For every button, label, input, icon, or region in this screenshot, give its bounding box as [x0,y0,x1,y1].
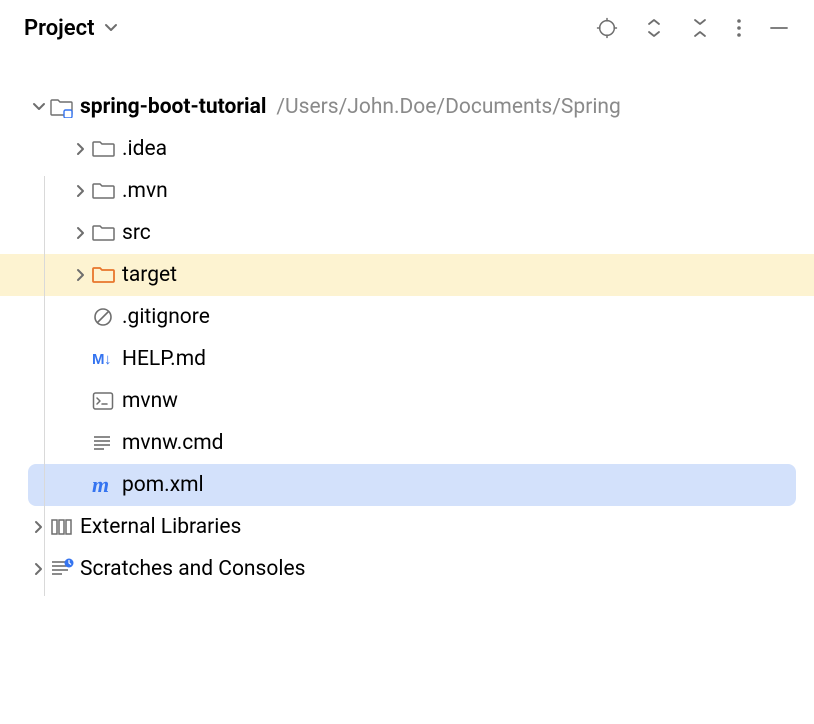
textlines-icon [92,433,122,453]
markdown-icon: M↓ [92,352,122,367]
tree-guide-line [44,176,45,596]
folder-orange-icon [92,265,122,285]
chevron-right-icon[interactable] [70,268,92,282]
tree-item-label: .gitignore [122,307,210,328]
chevron-right-icon[interactable] [70,226,92,240]
ignore-icon [92,306,122,328]
project-panel-header: Project [0,0,814,56]
tree-row[interactable]: Scratches and Consoles [0,548,814,590]
libs-icon [50,517,80,537]
tree-row[interactable]: .idea [0,128,814,170]
tree-item-label: HELP.md [122,349,206,370]
tree-row[interactable]: mvnw [0,380,814,422]
maven-icon: m [92,474,122,496]
root-path: /Users/John.Doe/Documents/Spring [276,97,620,118]
folder-gray-icon [92,223,122,243]
tree-item-label: mvnw [122,391,178,412]
expand-collapse-icon[interactable] [644,17,664,39]
chevron-right-icon[interactable] [70,142,92,156]
tree-row[interactable]: target [0,254,814,296]
tree-item-label: mvnw.cmd [122,433,223,454]
tree-item-label: .idea [122,139,167,160]
project-tree: spring-boot-tutorial /Users/John.Doe/Doc… [0,56,814,590]
chevron-right-icon[interactable] [28,520,50,534]
tree-item-label: .mvn [122,181,168,202]
panel-title[interactable]: Project [24,16,95,41]
tree-row[interactable]: mvnw.cmd [0,422,814,464]
shell-icon [92,391,122,411]
chevron-down-icon[interactable] [28,100,50,114]
chevron-right-icon[interactable] [28,562,50,576]
tree-root-row[interactable]: spring-boot-tutorial /Users/John.Doe/Doc… [0,86,814,128]
tree-row[interactable]: .mvn [0,170,814,212]
minimize-icon[interactable] [768,17,790,39]
folder-gray-icon [92,181,122,201]
tree-item-label: External Libraries [80,517,241,538]
module-folder-icon [50,96,80,118]
tree-item-label: Scratches and Consoles [80,559,305,580]
collapse-all-icon[interactable] [690,17,710,39]
tree-row[interactable]: M↓HELP.md [0,338,814,380]
scratches-icon [50,558,80,580]
tree-item-label: src [122,223,151,244]
tree-row[interactable]: src [0,212,814,254]
tree-row[interactable]: .gitignore [0,296,814,338]
tree-row[interactable]: mpom.xml [28,464,796,506]
root-name: spring-boot-tutorial [80,97,266,118]
folder-gray-icon [92,139,122,159]
more-icon[interactable] [736,17,742,39]
tree-item-label: target [122,265,177,286]
panel-title-dropdown-icon[interactable] [103,20,119,36]
chevron-right-icon[interactable] [70,184,92,198]
tree-item-label: pom.xml [122,475,204,496]
tree-row[interactable]: External Libraries [0,506,814,548]
target-icon[interactable] [596,17,618,39]
